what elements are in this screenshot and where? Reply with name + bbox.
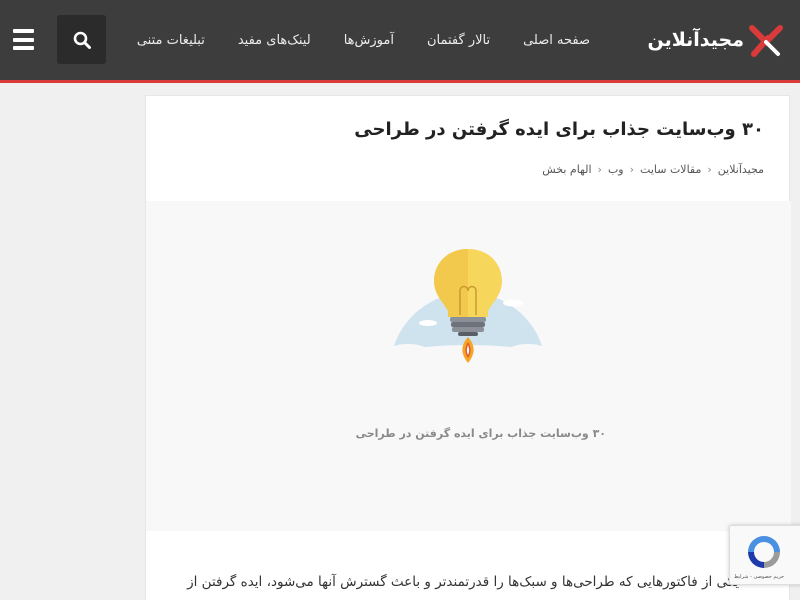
main-nav: صفحه اصلی تالار گفتمان آموزش‌ها لینک‌های… [104, 0, 590, 80]
menu-bar [13, 29, 34, 33]
article-title: ۳۰ وب‌سایت جذاب برای ایده گرفتن در طراحی [354, 119, 764, 140]
breadcrumb-item[interactable]: مقالات سایت [640, 163, 701, 176]
breadcrumb-separator-icon: ‹ [597, 163, 602, 176]
article-card: ۳۰ وب‌سایت جذاب برای ایده گرفتن در طراحی… [145, 95, 791, 600]
lightbulb-rocket-illustration [388, 249, 548, 371]
nav-home[interactable]: صفحه اصلی [523, 33, 590, 48]
nav-forum[interactable]: تالار گفتمان [427, 33, 490, 48]
site-logo[interactable]: مجیدآنلاین [648, 19, 787, 61]
featured-image: ۳۰ وب‌سایت جذاب برای ایده گرفتن در طراحی [146, 201, 791, 531]
recaptcha-badge[interactable]: حریم خصوصی - شرایط [729, 525, 800, 585]
site-header: مجیدآنلاین صفحه اصلی تالار گفتمان آموزش‌… [0, 0, 800, 80]
featured-caption: ۳۰ وب‌سایت جذاب برای ایده گرفتن در طراحی [355, 427, 606, 440]
breadcrumb-separator-icon: ‹ [707, 163, 712, 176]
header-accent-line [0, 80, 800, 83]
recaptcha-icon [748, 536, 780, 568]
breadcrumb: مجیدآنلاین ‹ مقالات سایت ‹ وب ‹ الهام بخ… [542, 163, 764, 176]
nav-useful-links[interactable]: لینک‌های مفید [238, 33, 311, 48]
nav-text-ads[interactable]: تبلیغات متنی [137, 33, 205, 48]
breadcrumb-item[interactable]: الهام بخش [542, 163, 591, 176]
search-icon [73, 31, 91, 49]
menu-bar [13, 46, 34, 50]
hamburger-menu-icon[interactable] [13, 29, 34, 50]
breadcrumb-item[interactable]: مجیدآنلاین [718, 163, 764, 176]
breadcrumb-item[interactable]: وب [608, 163, 624, 176]
logo-mark-icon [749, 25, 783, 57]
logo-text: مجیدآنلاین [647, 29, 745, 51]
search-button[interactable] [57, 15, 106, 64]
menu-bar [13, 37, 34, 42]
breadcrumb-separator-icon: ‹ [629, 163, 635, 176]
article-body-text: یکی از فاکتورهایی که طراحی‌ها و سبک‌ها ر… [187, 574, 739, 590]
nav-tutorials[interactable]: آموزش‌ها [344, 33, 394, 48]
recaptcha-privacy-text[interactable]: حریم خصوصی - شرایط [734, 574, 784, 580]
